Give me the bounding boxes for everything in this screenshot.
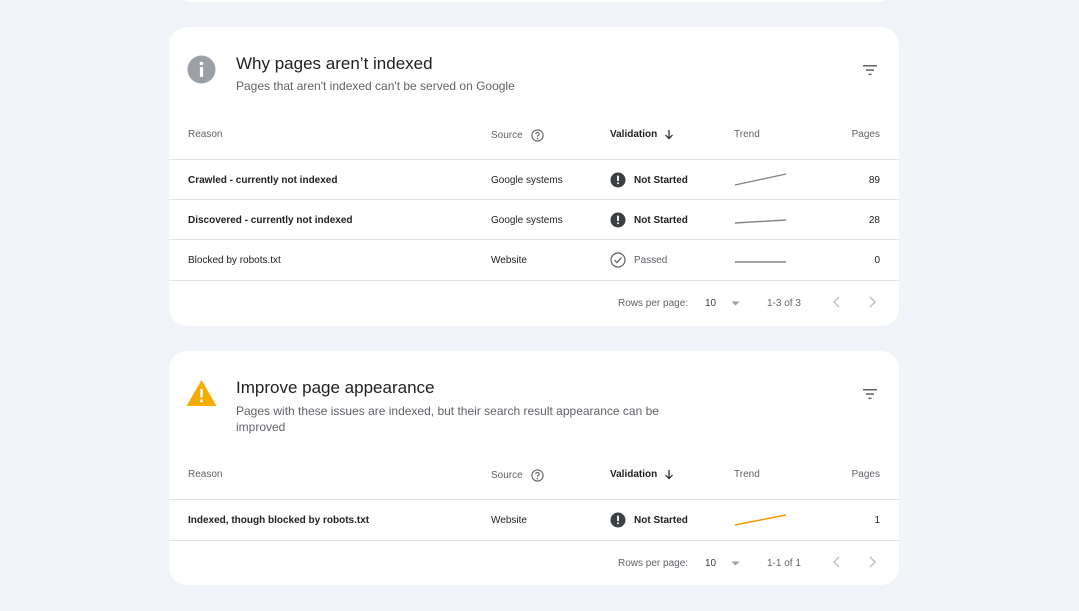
row-source: Google systems: [491, 174, 563, 186]
pagination-range: 1-1 of 1: [767, 558, 801, 569]
pagination-footer: Rows per page: 10 1-3 of 3: [169, 280, 899, 324]
filter-icon[interactable]: [861, 386, 879, 402]
header-trend: Trend: [734, 129, 760, 140]
improve-page-appearance-card: Improve page appearance Pages with these…: [169, 351, 899, 585]
header-source-label: Source: [491, 470, 523, 482]
row-reason: Crawled - currently not indexed: [188, 174, 338, 186]
row-reason: Indexed, though blocked by robots.txt: [188, 514, 370, 526]
help-icon[interactable]: [531, 129, 545, 142]
warning-icon: [186, 380, 217, 406]
filter-icon[interactable]: [861, 62, 879, 78]
table-header: Reason Source Validation Trend Pages: [169, 469, 899, 489]
header-reason: Reason: [188, 469, 223, 480]
row-pages: 28: [868, 214, 880, 226]
pagination-footer: Rows per page: 10 1-1 of 1: [169, 540, 899, 584]
header-validation-label: Validation: [610, 129, 658, 141]
table-row[interactable]: Crawled - currently not indexed Google s…: [169, 159, 899, 199]
chevron-right-icon[interactable]: [866, 295, 878, 309]
rows-per-page-select[interactable]: 10: [705, 298, 716, 309]
validation-status: Not Started: [634, 514, 688, 526]
header-validation[interactable]: Validation: [610, 129, 674, 140]
validation-status: Passed: [634, 254, 668, 266]
row-source: Website: [491, 254, 527, 266]
header-pages: Pages: [851, 469, 880, 480]
header-validation-label: Validation: [610, 469, 658, 481]
info-icon: [187, 55, 216, 84]
row-pages: 0: [874, 254, 880, 266]
table-row[interactable]: Discovered - currently not indexed Googl…: [169, 199, 899, 239]
chevron-left-icon[interactable]: [831, 295, 843, 309]
chevron-left-icon[interactable]: [831, 555, 843, 569]
table-row[interactable]: Indexed, though blocked by robots.txt We…: [169, 499, 899, 539]
not-started-icon: [610, 172, 626, 188]
previous-card-bottom: [173, 0, 895, 2]
arrow-down-icon: [665, 130, 673, 140]
row-reason: Blocked by robots.txt: [188, 254, 281, 266]
rows-per-page-label: Rows per page:: [618, 558, 689, 569]
arrow-down-icon: [665, 470, 673, 480]
trend-sparkline: [735, 261, 786, 263]
trend-sparkline: [734, 173, 787, 186]
header-reason: Reason: [188, 129, 223, 140]
row-pages: 1: [874, 514, 880, 526]
rows-per-page-select[interactable]: 10: [705, 558, 716, 569]
trend-sparkline: [734, 514, 787, 526]
header-source: Source: [491, 129, 545, 142]
row-source: Google systems: [491, 214, 563, 226]
card-subtitle: Pages that aren't indexed can't be serve…: [236, 79, 515, 93]
row-validation: Passed: [610, 240, 667, 280]
chevron-right-icon[interactable]: [866, 555, 878, 569]
why-pages-not-indexed-card: Why pages aren’t indexed Pages that aren…: [169, 27, 899, 326]
not-started-icon: [610, 212, 626, 228]
row-trend: [734, 200, 788, 240]
row-trend: [734, 240, 788, 280]
header-trend: Trend: [734, 469, 760, 480]
row-pages: 89: [868, 174, 880, 186]
help-icon[interactable]: [531, 469, 545, 482]
validation-status: Not Started: [634, 174, 688, 186]
row-trend: [734, 160, 788, 200]
rows-per-page-label: Rows per page:: [618, 298, 689, 309]
table-header: Reason Source Validation Trend Pages: [169, 129, 899, 149]
row-trend: [734, 500, 788, 540]
row-reason: Discovered - currently not indexed: [188, 214, 353, 226]
dropdown-caret-icon[interactable]: [731, 301, 740, 307]
pagination-range: 1-3 of 3: [767, 298, 801, 309]
dropdown-caret-icon[interactable]: [731, 561, 740, 567]
header-pages: Pages: [851, 129, 880, 140]
card-title: Why pages aren’t indexed: [236, 54, 433, 73]
passed-check-icon: [610, 252, 626, 268]
row-validation: Not Started: [610, 160, 688, 200]
card-title: Improve page appearance: [236, 378, 435, 397]
header-source-label: Source: [491, 130, 523, 142]
table-row[interactable]: Blocked by robots.txt Website Passed 0: [169, 239, 899, 279]
header-source: Source: [491, 469, 545, 482]
row-source: Website: [491, 514, 527, 526]
row-validation: Not Started: [610, 500, 688, 540]
trend-sparkline: [734, 219, 787, 224]
validation-status: Not Started: [634, 214, 688, 226]
row-validation: Not Started: [610, 200, 688, 240]
not-started-icon: [610, 512, 626, 528]
header-validation[interactable]: Validation: [610, 469, 674, 480]
card-subtitle: Pages with these issues are indexed, but…: [236, 404, 659, 434]
